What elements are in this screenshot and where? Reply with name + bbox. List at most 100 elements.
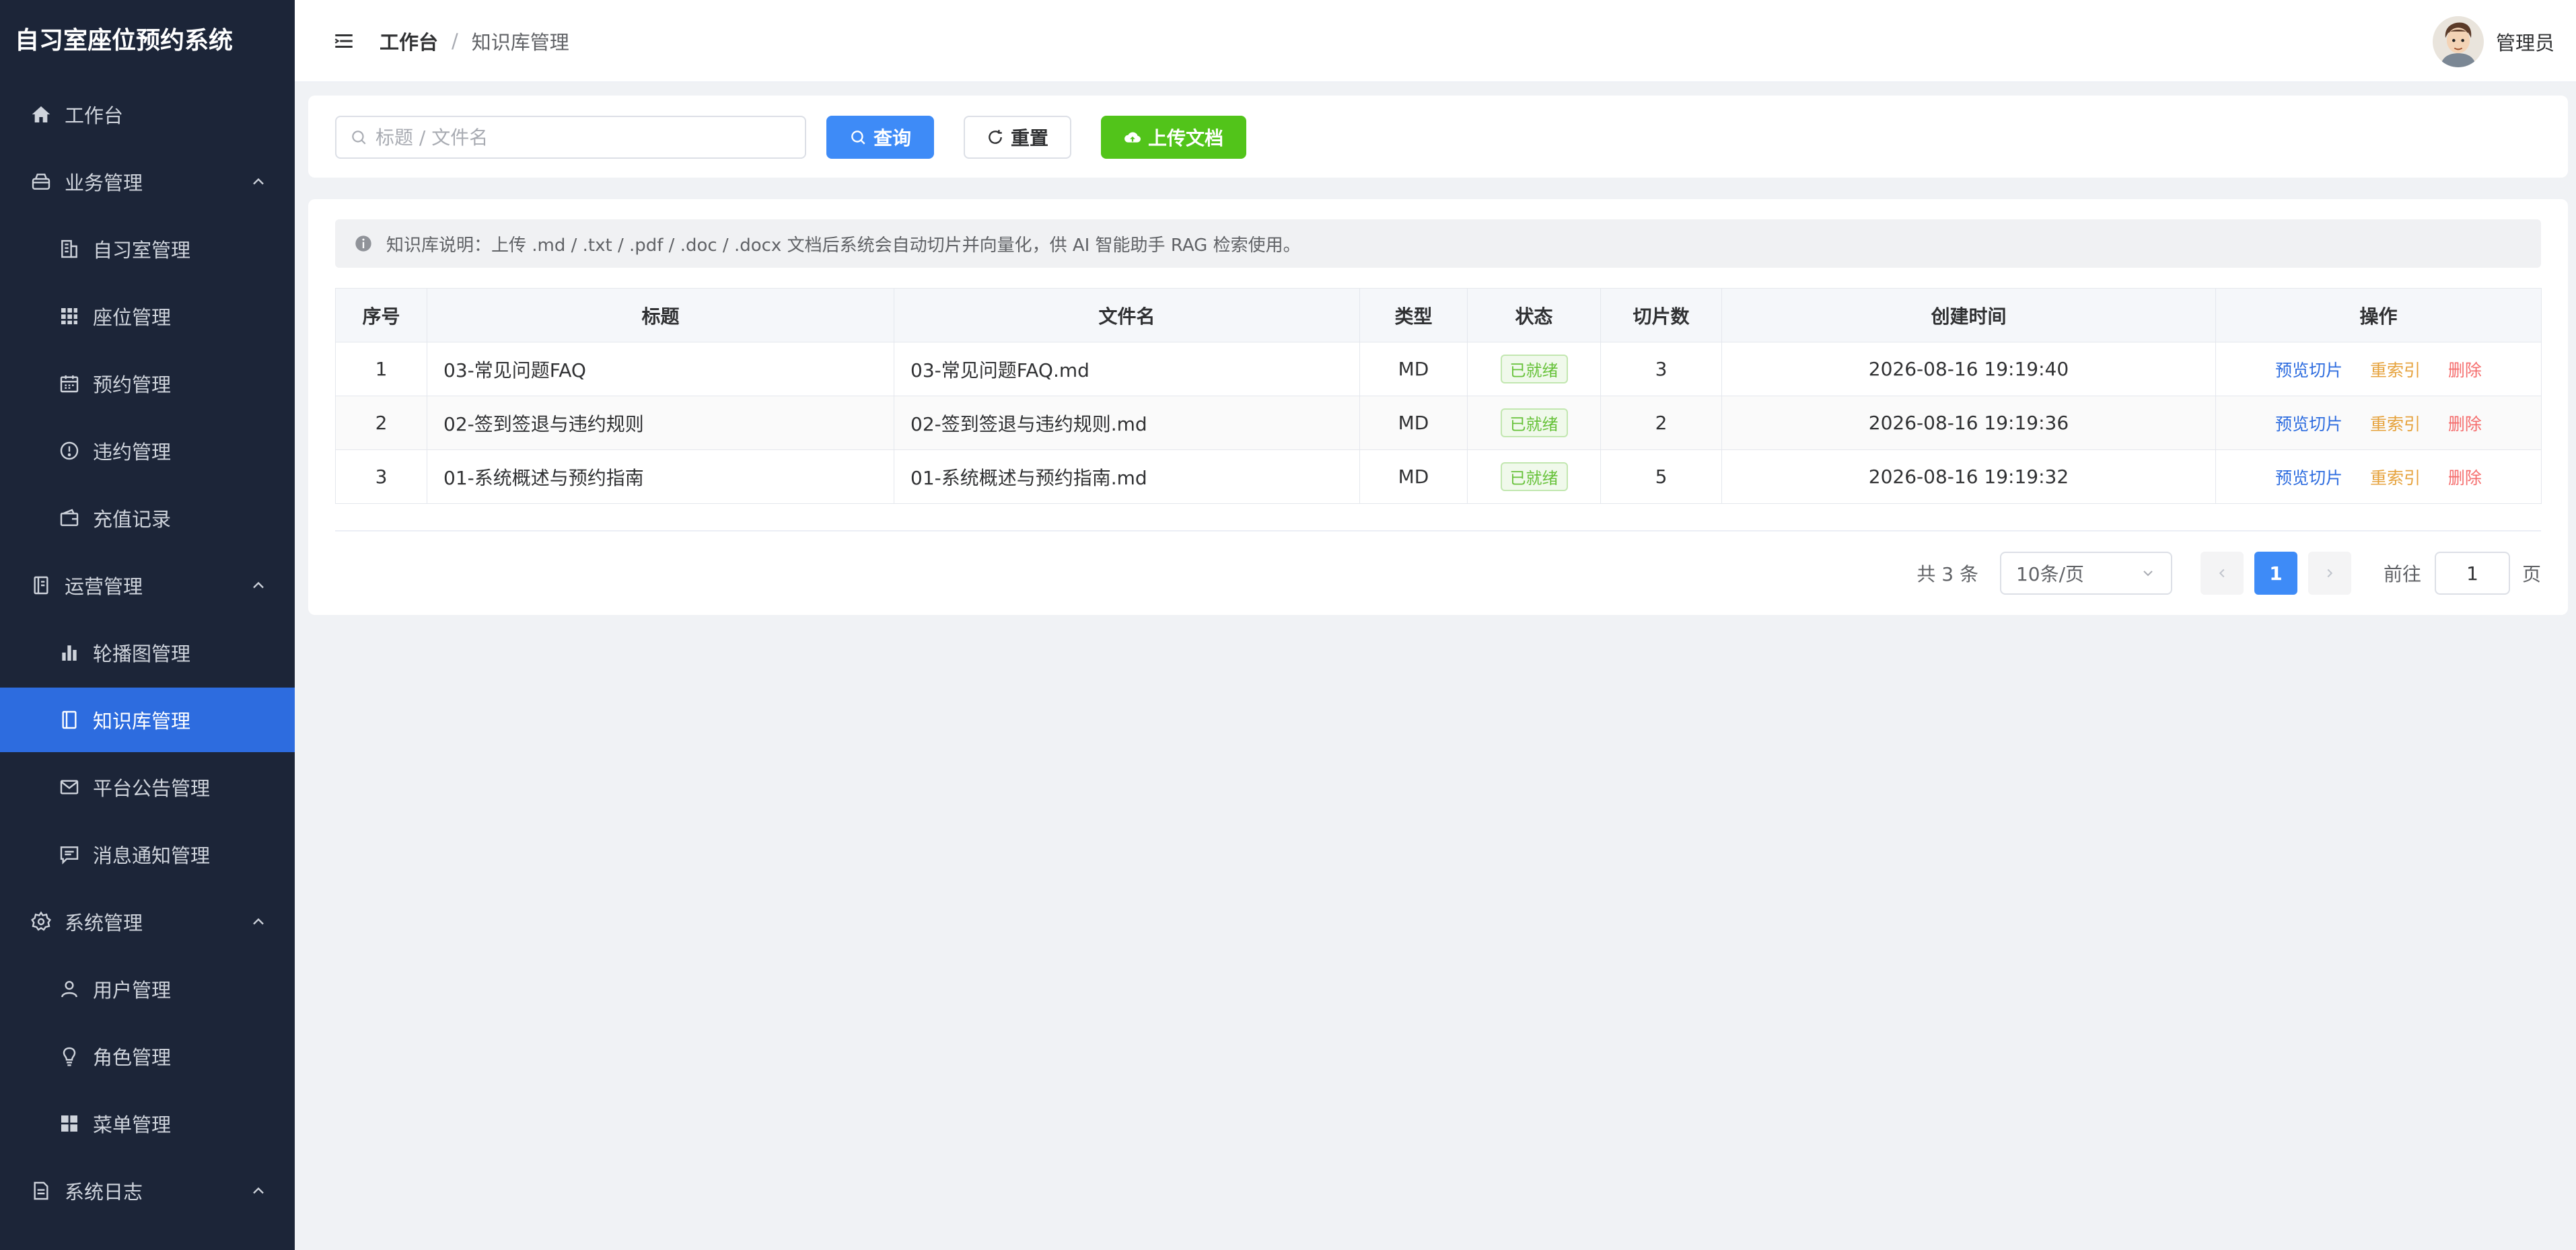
search-input[interactable] bbox=[375, 126, 793, 149]
delete-link[interactable]: 删除 bbox=[2448, 414, 2482, 434]
upload-button-label: 上传文档 bbox=[1147, 127, 1223, 149]
sidebar-item-reservation[interactable]: 预约管理 bbox=[0, 351, 295, 416]
search-box[interactable] bbox=[335, 116, 806, 159]
username[interactable]: 管理员 bbox=[2496, 28, 2554, 56]
sidebar-item-label: 消息通知管理 bbox=[93, 844, 211, 867]
menu-grid-icon bbox=[58, 1112, 81, 1135]
column-header: 状态 bbox=[1467, 288, 1601, 342]
building-icon bbox=[58, 237, 81, 260]
sidebar-item-violation[interactable]: 违约管理 bbox=[0, 418, 295, 483]
knowledge-table: 序号 标题 文件名 类型 状态 切片数 创建时间 操作 1 03-常见问题FAQ… bbox=[335, 288, 2542, 504]
sidebar-item-study-room[interactable]: 自习室管理 bbox=[0, 217, 295, 281]
cell-chunks: 3 bbox=[1600, 342, 1722, 396]
sidebar-item-label: 系统日志 bbox=[65, 1181, 143, 1204]
table-row: 1 03-常见问题FAQ 03-常见问题FAQ.md MD 已就绪 3 2026… bbox=[335, 342, 2542, 396]
sidebar-item-operation[interactable]: 运营管理 bbox=[0, 553, 295, 618]
reset-button-label: 重置 bbox=[1010, 127, 1048, 149]
cell-title: 01-系统概述与预约指南 bbox=[427, 449, 894, 504]
chevron-up-icon bbox=[249, 576, 268, 595]
sidebar: 自习室座位预约系统 工作台 业务管理 自习室管理 座位管理 预约管理 违约管理 … bbox=[0, 0, 295, 1250]
query-button[interactable]: 查询 bbox=[826, 116, 934, 159]
info-icon bbox=[355, 235, 371, 252]
sidebar-item-label: 自习室管理 bbox=[93, 239, 191, 262]
table-panel: 知识库说明：上传 .md / .txt / .pdf / .doc / .doc… bbox=[308, 199, 2568, 615]
search-panel: 查询 重置 上传文档 bbox=[308, 96, 2568, 178]
next-page-button[interactable] bbox=[2307, 552, 2351, 595]
goto-label: 前往 bbox=[2383, 563, 2421, 585]
reset-button[interactable]: 重置 bbox=[964, 116, 1071, 159]
preview-chunks-link[interactable]: 预览切片 bbox=[2275, 468, 2342, 488]
refresh-icon bbox=[989, 130, 1002, 144]
goto-page-input[interactable] bbox=[2434, 552, 2510, 595]
reindex-link[interactable]: 重索引 bbox=[2370, 361, 2421, 380]
divider bbox=[335, 530, 2541, 531]
column-header: 类型 bbox=[1359, 288, 1468, 342]
sidebar-item-log[interactable]: 系统日志 bbox=[0, 1159, 295, 1223]
cell-status: 已就绪 bbox=[1467, 449, 1601, 504]
table-row: 2 02-签到签退与违约规则 02-签到签退与违约规则.md MD 已就绪 2 … bbox=[335, 396, 2542, 450]
sidebar-item-knowledge-base[interactable]: 知识库管理 bbox=[0, 688, 295, 752]
page-size-select[interactable]: 10条/页 bbox=[1999, 552, 2172, 595]
reindex-link[interactable]: 重索引 bbox=[2370, 414, 2421, 434]
sidebar-item-system[interactable]: 系统管理 bbox=[0, 889, 295, 954]
preview-chunks-link[interactable]: 预览切片 bbox=[2275, 361, 2342, 380]
user-menu[interactable]: 管理员 bbox=[2432, 16, 2554, 67]
cell-actions: 预览切片 重索引 删除 bbox=[2215, 342, 2542, 396]
breadcrumb-separator: / bbox=[452, 29, 458, 52]
sidebar-item-announcement[interactable]: 平台公告管理 bbox=[0, 755, 295, 819]
delete-link[interactable]: 删除 bbox=[2448, 468, 2482, 488]
cell-filename: 02-签到签退与违约规则.md bbox=[894, 396, 1360, 450]
cloud-upload-icon bbox=[1124, 132, 1141, 143]
info-notice: 知识库说明：上传 .md / .txt / .pdf / .doc / .doc… bbox=[335, 219, 2541, 268]
sidebar-item-seat[interactable]: 座位管理 bbox=[0, 284, 295, 348]
status-badge: 已就绪 bbox=[1500, 408, 1568, 437]
sidebar-item-label: 轮播图管理 bbox=[93, 642, 191, 665]
status-badge: 已就绪 bbox=[1500, 462, 1568, 491]
chevron-up-icon bbox=[249, 912, 268, 931]
message-icon bbox=[58, 843, 81, 866]
cell-actions: 预览切片 重索引 删除 bbox=[2215, 449, 2542, 504]
mail-icon bbox=[58, 776, 81, 799]
reindex-link[interactable]: 重索引 bbox=[2370, 468, 2421, 488]
column-header: 切片数 bbox=[1600, 288, 1722, 342]
chevron-down-icon bbox=[2143, 571, 2153, 577]
chevron-left-icon bbox=[2219, 568, 2225, 578]
sidebar-item-business[interactable]: 业务管理 bbox=[0, 149, 295, 214]
chevron-up-icon bbox=[249, 172, 268, 191]
bar-chart-icon bbox=[58, 641, 81, 664]
cell-filename: 01-系统概述与预约指南.md bbox=[894, 449, 1360, 504]
sidebar-item-label: 运营管理 bbox=[65, 575, 143, 598]
sidebar-item-banner[interactable]: 轮播图管理 bbox=[0, 620, 295, 685]
cell-created: 2026-08-16 19:19:40 bbox=[1721, 342, 2216, 396]
sidebar-item-role[interactable]: 角色管理 bbox=[0, 1024, 295, 1089]
sidebar-item-user[interactable]: 用户管理 bbox=[0, 957, 295, 1021]
sidebar-item-workbench[interactable]: 工作台 bbox=[0, 82, 295, 147]
sidebar-item-notification[interactable]: 消息通知管理 bbox=[0, 822, 295, 887]
search-icon bbox=[352, 131, 366, 145]
cell-actions: 预览切片 重索引 删除 bbox=[2215, 396, 2542, 450]
home-icon bbox=[30, 103, 52, 126]
prev-page-button[interactable] bbox=[2200, 552, 2244, 595]
sidebar-item-label: 平台公告管理 bbox=[93, 777, 211, 800]
delete-link[interactable]: 删除 bbox=[2448, 361, 2482, 380]
sidebar-item-label: 工作台 bbox=[65, 104, 124, 127]
sidebar-item-menu[interactable]: 菜单管理 bbox=[0, 1091, 295, 1156]
book-icon bbox=[58, 708, 81, 731]
preview-chunks-link[interactable]: 预览切片 bbox=[2275, 414, 2342, 434]
cell-index: 2 bbox=[335, 396, 427, 450]
avatar[interactable] bbox=[2432, 16, 2484, 67]
column-header: 操作 bbox=[2215, 288, 2542, 342]
sidebar-item-recharge[interactable]: 充值记录 bbox=[0, 486, 295, 550]
page-number-button[interactable]: 1 bbox=[2254, 552, 2297, 595]
notice-text: 知识库说明：上传 .md / .txt / .pdf / .doc / .doc… bbox=[386, 235, 1301, 256]
breadcrumb-workbench[interactable]: 工作台 bbox=[380, 27, 438, 55]
top-header: 工作台 / 知识库管理 管理员 bbox=[295, 0, 2576, 82]
search-icon bbox=[851, 131, 865, 145]
cell-title: 03-常见问题FAQ bbox=[427, 342, 894, 396]
upload-button[interactable]: 上传文档 bbox=[1101, 116, 1246, 159]
hamburger-icon[interactable] bbox=[332, 30, 355, 52]
breadcrumb: 工作台 / 知识库管理 bbox=[380, 27, 569, 55]
column-header: 创建时间 bbox=[1721, 288, 2216, 342]
app-title: 自习室座位预约系统 bbox=[15, 27, 234, 54]
sidebar-item-label: 知识库管理 bbox=[93, 710, 191, 733]
